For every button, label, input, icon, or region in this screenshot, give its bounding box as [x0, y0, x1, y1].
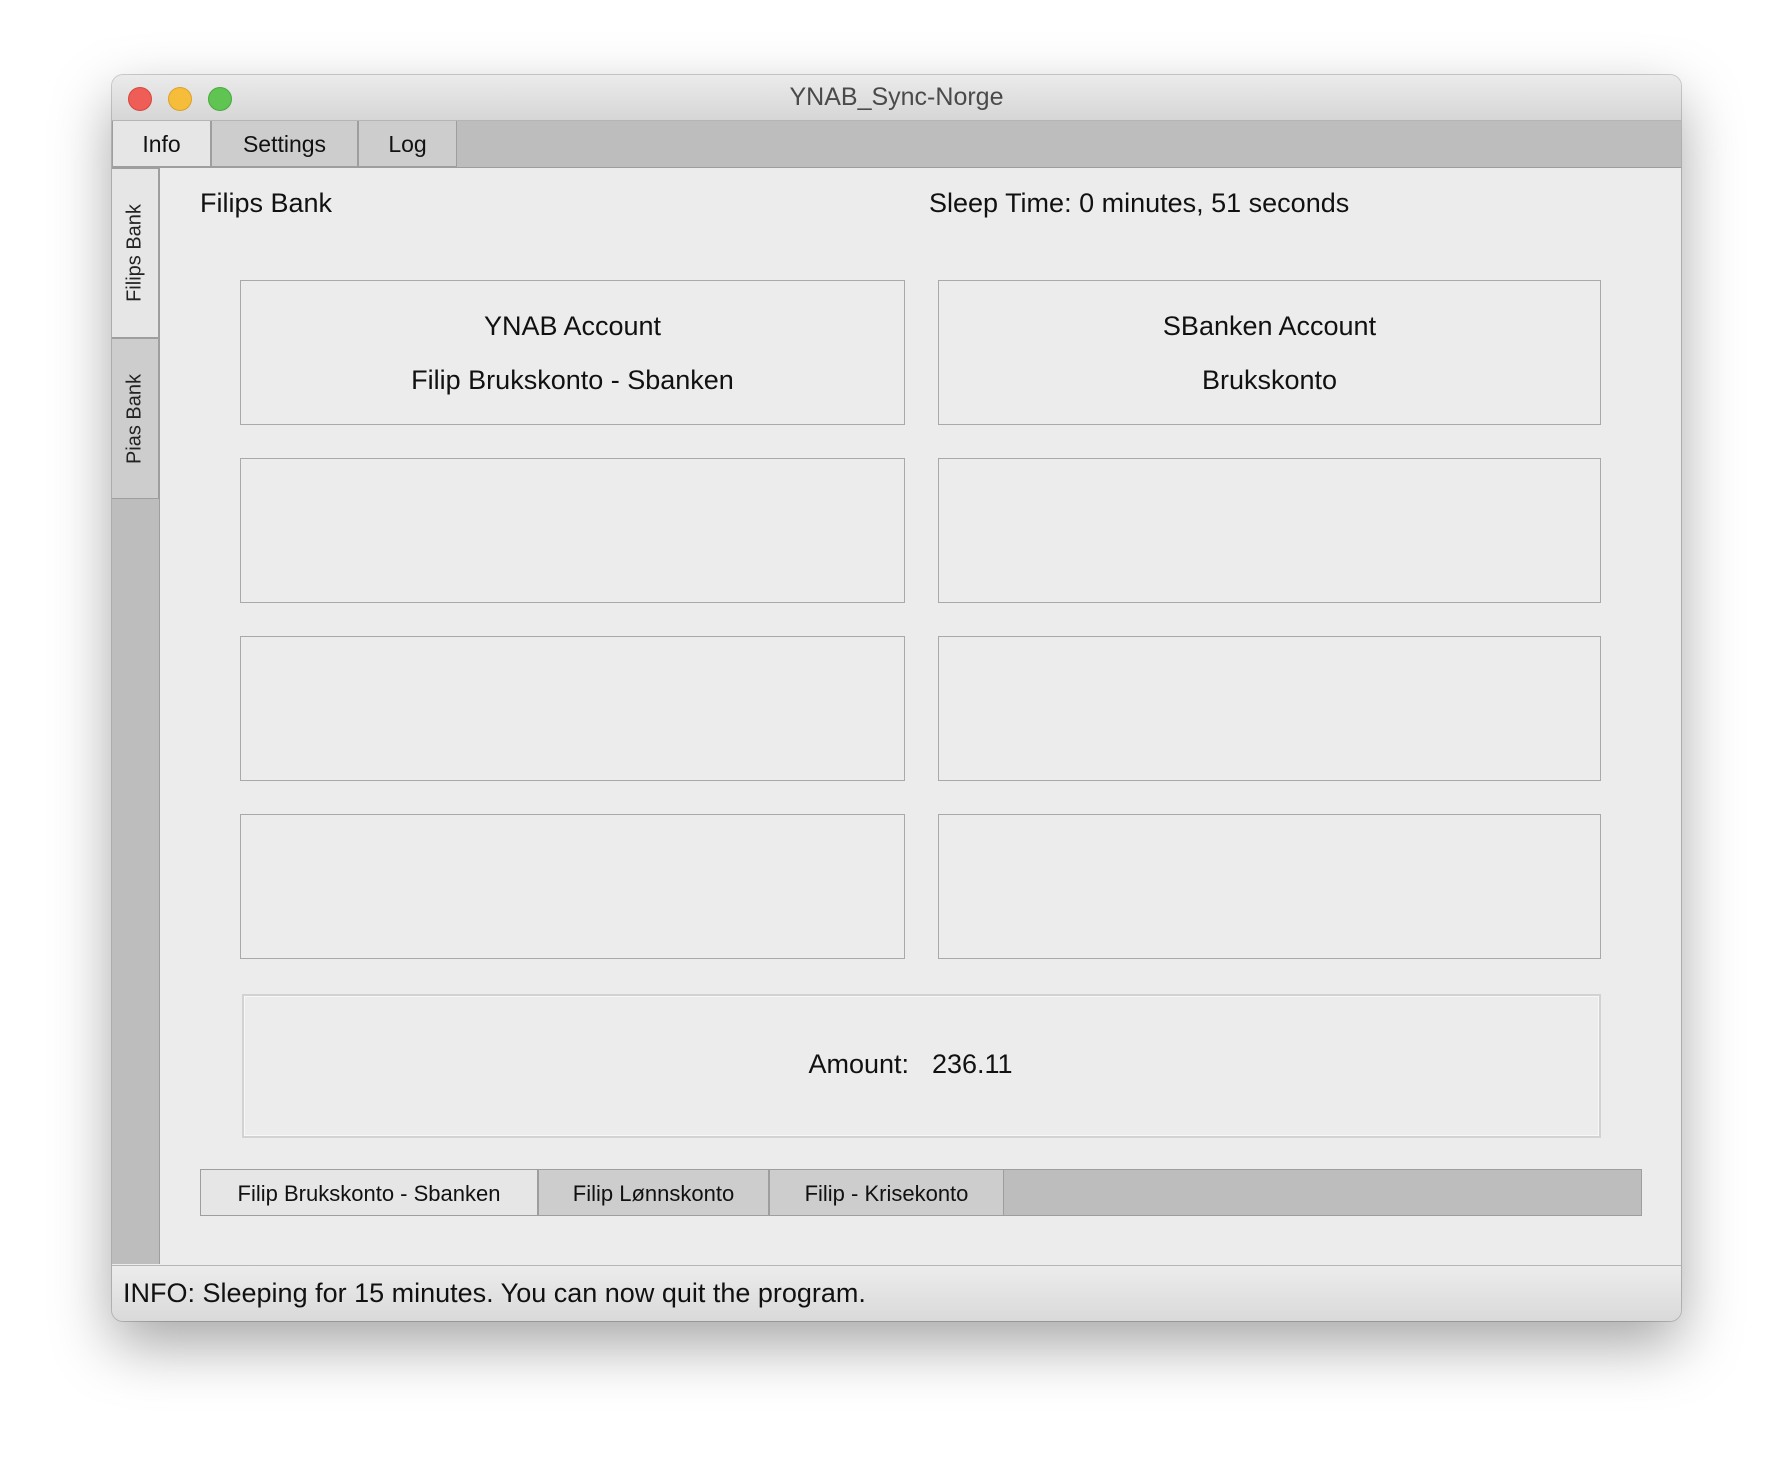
amount-box: Amount: 236.11: [242, 994, 1601, 1138]
side-tab-pias-bank[interactable]: Pias Bank: [112, 338, 159, 499]
empty-info-box: [240, 458, 905, 603]
amount-value: 236.11: [932, 1049, 1013, 1079]
amount-label: Amount:: [808, 1049, 909, 1079]
empty-info-box: [240, 636, 905, 781]
tab-info[interactable]: Info: [112, 121, 211, 167]
empty-info-box: [240, 814, 905, 959]
account-tab-filip-lonnskonto[interactable]: Filip Lønnskonto: [538, 1169, 769, 1216]
sleep-time-text: Sleep Time: 0 minutes, 51 seconds: [929, 188, 1350, 218]
ynab-account-box: YNAB Account Filip Brukskonto - Sbanken: [240, 280, 905, 425]
status-bar: INFO: Sleeping for 15 minutes. You can n…: [112, 1265, 1681, 1321]
side-tab-label: Filips Bank: [123, 204, 146, 302]
window-title: YNAB_Sync-Norge: [789, 83, 1004, 111]
empty-info-box: [938, 636, 1601, 781]
status-text: INFO: Sleeping for 15 minutes. You can n…: [123, 1278, 866, 1308]
sbanken-account-name: Brukskonto: [1201, 365, 1338, 395]
account-tab-bar: Filip Brukskonto - Sbanken Filip Lønnsko…: [200, 1169, 1642, 1216]
ynab-account-name: Filip Brukskonto - Sbanken: [411, 365, 734, 395]
info-panel: Filips Bank Sleep Time: 0 minutes, 51 se…: [160, 168, 1681, 1264]
main-tab-bar: Info Settings Log: [112, 121, 1681, 168]
bank-title: Filips Bank: [200, 188, 333, 218]
account-tab-filip-krisekonto[interactable]: Filip - Krisekonto: [769, 1169, 1004, 1216]
account-tab-filip-brukskonto[interactable]: Filip Brukskonto - Sbanken: [200, 1169, 538, 1216]
empty-info-box: [938, 814, 1601, 959]
bank-side-tabs: Filips Bank Pias Bank: [112, 168, 160, 1264]
sbanken-account-box: SBanken Account Brukskonto: [938, 280, 1601, 425]
ynab-account-title: YNAB Account: [483, 311, 662, 341]
empty-info-box: [938, 458, 1601, 603]
title-bar[interactable]: YNAB_Sync-Norge: [112, 75, 1681, 121]
sbanken-account-title: SBanken Account: [1162, 311, 1377, 341]
side-tab-filips-bank[interactable]: Filips Bank: [112, 168, 159, 338]
tab-log[interactable]: Log: [358, 121, 457, 167]
side-tab-label: Pias Bank: [123, 373, 146, 464]
app-window: YNAB_Sync-Norge Info Settings Log Filips…: [112, 75, 1681, 1321]
tab-settings[interactable]: Settings: [211, 121, 358, 167]
